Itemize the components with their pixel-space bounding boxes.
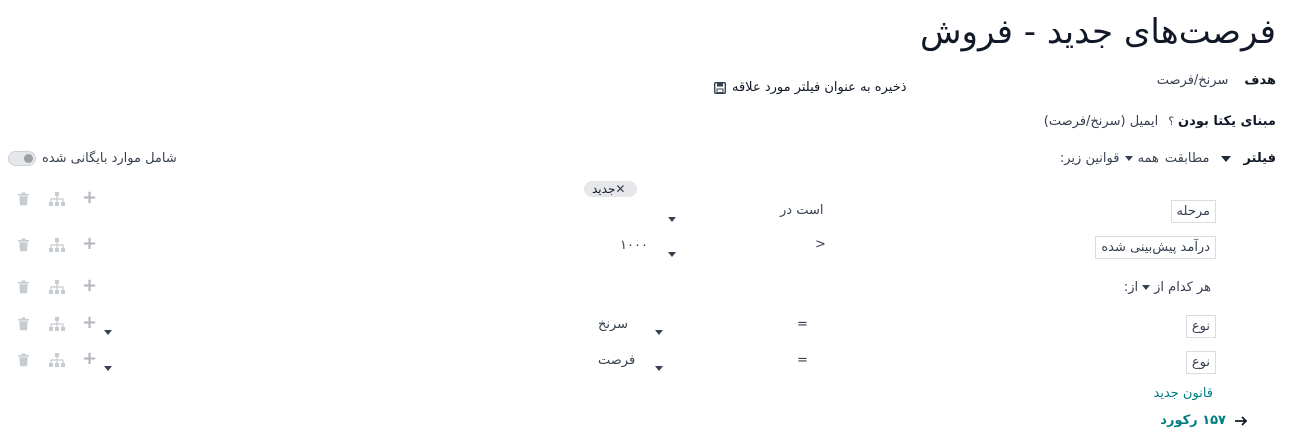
unique-value[interactable]: ایمیل (سرنخ/فرصت) [1044, 114, 1158, 129]
plus-icon[interactable]: + [82, 233, 97, 254]
chevron-down-icon [104, 330, 112, 335]
sitemap-icon[interactable] [49, 317, 65, 331]
rule-field[interactable]: نوع [1185, 351, 1216, 374]
plus-icon[interactable]: + [82, 312, 97, 333]
save-favorite-label: ذخیره به عنوان فیلتر مورد علاقه [732, 80, 907, 95]
value-dropdown-caret[interactable] [655, 322, 663, 341]
chevron-down-icon [655, 330, 663, 335]
filter-toggle-icon[interactable] [1221, 155, 1232, 162]
floppy-disk-icon [714, 81, 726, 94]
tag-new: جدید✕ [584, 178, 638, 197]
match-value: همه [1137, 151, 1159, 166]
sitemap-icon[interactable] [49, 280, 65, 294]
target-label: هدف [1244, 73, 1276, 88]
group-suffix: از: [1123, 280, 1139, 295]
records-link[interactable]: ۱۵۷ رکورد [1160, 413, 1248, 428]
chevron-down-icon [104, 366, 112, 371]
rule-field[interactable]: مرحله [1170, 200, 1216, 223]
chevron-down-icon[interactable] [1142, 285, 1151, 290]
tag: جدید✕ [584, 181, 638, 197]
sitemap-icon[interactable] [49, 192, 65, 206]
archived-label: شامل موارد بایگانی شده [42, 151, 177, 166]
rule-value[interactable]: سرنخ [598, 317, 628, 332]
chevron-down-icon [655, 366, 663, 371]
help-icon[interactable]: ؟ [1168, 115, 1174, 128]
value-dropdown-caret[interactable] [655, 358, 663, 377]
sitemap-icon[interactable] [49, 238, 65, 252]
arrow-right-icon [1234, 415, 1248, 427]
toggle-switch[interactable] [8, 151, 36, 166]
value-dropdown-caret[interactable] [668, 244, 676, 263]
chevron-down-icon [668, 252, 676, 257]
records-count: ۱۵۷ [1202, 413, 1226, 428]
new-rule-link[interactable]: قانون جدید [1154, 386, 1214, 401]
plus-icon[interactable]: + [82, 275, 97, 296]
plus-icon[interactable]: + [82, 187, 97, 208]
rule-field[interactable]: درآمد پیش‌بینی شده [1095, 236, 1216, 259]
rule-operator[interactable]: = [797, 317, 808, 332]
target-value[interactable]: سرنخ/فرصت [1157, 73, 1229, 88]
trash-icon[interactable] [17, 353, 30, 367]
rule-operator[interactable]: > [815, 237, 826, 252]
trash-icon[interactable] [17, 238, 30, 252]
chevron-down-icon [1125, 156, 1134, 161]
records-label-wrap: ۱۵۷ رکورد [1160, 413, 1226, 428]
rule-value[interactable]: فرصت [598, 353, 635, 368]
trash-icon[interactable] [17, 280, 30, 294]
filter-row: فیلتر مطابقت همه قوانین زیر: [1060, 151, 1276, 166]
group-prefix: هر کدام از [1154, 280, 1211, 295]
sitemap-icon[interactable] [49, 353, 65, 367]
tag-label: جدید [592, 182, 616, 196]
trash-icon[interactable] [17, 317, 30, 331]
unique-row: مبنای یکتا بودن ؟ ایمیل (سرنخ/فرصت) [1044, 114, 1276, 129]
chevron-down-icon [668, 217, 676, 222]
rule-value[interactable]: ۱۰۰۰ [620, 238, 648, 253]
page-title: فرصت‌های جدید - فروش [920, 12, 1276, 52]
group-header: هر کدام از از: [1124, 280, 1211, 295]
records-label: رکورد [1160, 413, 1198, 428]
save-favorite-link[interactable]: ذخیره به عنوان فیلتر مورد علاقه [714, 80, 907, 95]
more-options-caret[interactable] [104, 358, 112, 377]
rule-operator[interactable]: است در [780, 203, 823, 218]
more-options-caret[interactable] [104, 322, 112, 341]
close-icon[interactable]: ✕ [615, 182, 625, 196]
filter-label: فیلتر [1243, 151, 1276, 166]
rule-field[interactable]: نوع [1185, 315, 1216, 338]
plus-icon[interactable]: + [82, 348, 97, 369]
match-select[interactable]: همه [1125, 151, 1159, 166]
rule-operator[interactable]: = [797, 353, 808, 368]
trash-icon[interactable] [17, 192, 30, 206]
rules-suffix: قوانین زیر: [1059, 151, 1120, 166]
value-dropdown-caret[interactable] [668, 209, 676, 228]
archived-toggle[interactable]: شامل موارد بایگانی شده [8, 151, 177, 166]
match-word: مطابقت [1164, 151, 1210, 166]
unique-label: مبنای یکتا بودن [1178, 114, 1276, 129]
target-row: هدف سرنخ/فرصت [1157, 73, 1276, 88]
